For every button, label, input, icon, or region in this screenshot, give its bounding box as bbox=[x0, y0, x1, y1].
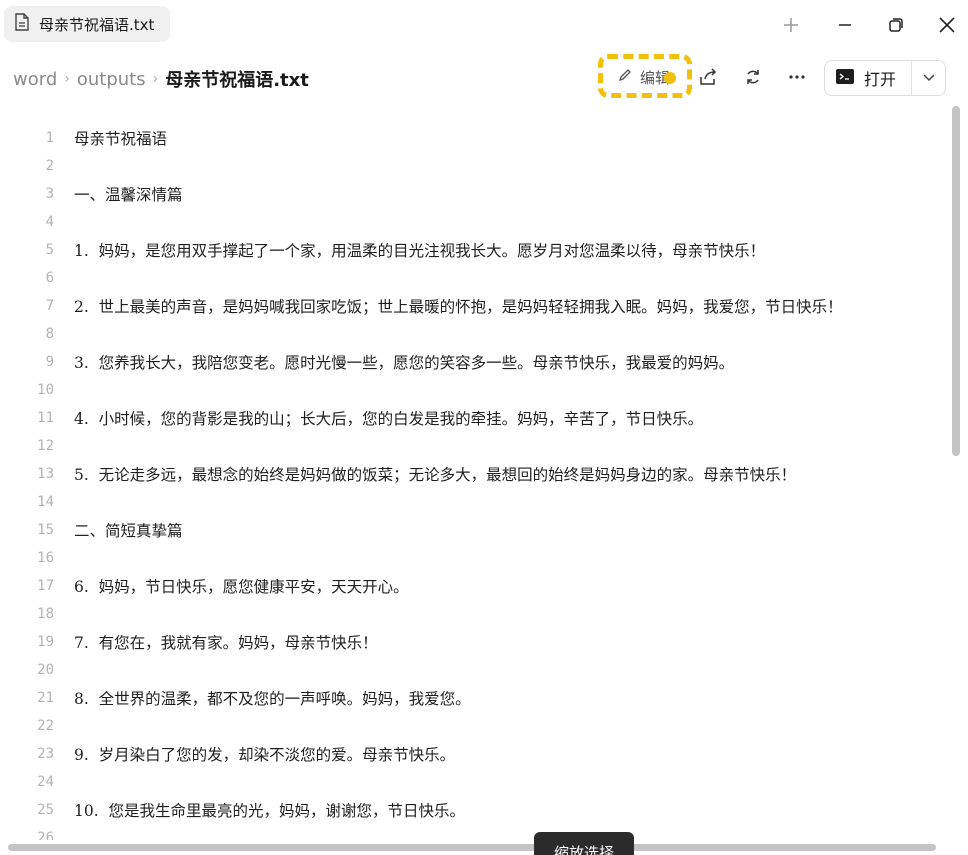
line-number: 20 bbox=[37, 662, 54, 678]
line-number: 19 bbox=[37, 634, 54, 650]
click-target-dot bbox=[664, 72, 676, 84]
editor-line[interactable]: 2 bbox=[0, 152, 74, 180]
plus-icon[interactable] bbox=[776, 10, 806, 40]
editor-line[interactable]: 24 bbox=[0, 768, 74, 796]
line-text: 一、温馨深情篇 bbox=[74, 186, 183, 204]
editor-line[interactable]: 20 bbox=[0, 656, 74, 684]
editor-line[interactable]: 9 3. 您养我长大，我陪您变老。愿时光慢一些，愿您的笑容多一些。母亲节快乐，我最… bbox=[0, 348, 735, 376]
editor-line[interactable]: 5 1. 妈妈，是您用双手撑起了一个家，用温柔的目光注视我长大。愿岁月对您温柔以待… bbox=[0, 236, 766, 264]
editor-line[interactable]: 17 6. 妈妈，节日快乐，愿您健康平安，天天开心。 bbox=[0, 572, 409, 600]
editor-line[interactable]: 26 bbox=[0, 824, 74, 840]
editor-line[interactable]: 10 bbox=[0, 376, 74, 404]
file-tab[interactable]: 母亲节祝福语.txt bbox=[4, 6, 170, 42]
line-number: 5 bbox=[45, 242, 54, 258]
editor-line[interactable]: 14 bbox=[0, 488, 74, 516]
more-icon[interactable] bbox=[782, 62, 812, 92]
line-number: 16 bbox=[37, 550, 54, 566]
line-number: 18 bbox=[37, 606, 54, 622]
horizontal-scrollbar[interactable] bbox=[8, 844, 936, 851]
line-text: 10. 您是我生命里最亮的光，妈妈，谢谢您，节日快乐。 bbox=[74, 802, 466, 820]
open-button[interactable]: 打开 bbox=[825, 61, 911, 95]
editor-line[interactable]: 23 9. 岁月染白了您的发，却染不淡您的爱。母亲节快乐。 bbox=[0, 740, 455, 768]
line-number: 23 bbox=[37, 746, 54, 762]
text-editor[interactable]: 1 母亲节祝福语 2 3 一、温馨深情篇 4 5 1. 妈妈，是您用双手撑起了一个家，用温柔的… bbox=[0, 110, 950, 840]
line-number: 21 bbox=[37, 690, 54, 706]
share-icon[interactable] bbox=[693, 62, 723, 92]
chevron-down-icon[interactable] bbox=[912, 61, 945, 95]
editor-line[interactable]: 11 4. 小时候，您的背影是我的山；长大后，您的白发是我的牵挂。妈妈，辛苦了，节… bbox=[0, 404, 703, 432]
editor-line[interactable]: 8 bbox=[0, 320, 74, 348]
line-number: 3 bbox=[45, 186, 54, 202]
line-number: 14 bbox=[37, 494, 54, 510]
editor-line[interactable]: 15 二、简短真挚篇 bbox=[0, 516, 183, 544]
editor-line[interactable]: 21 8. 全世界的温柔，都不及您的一声呼唤。妈妈，我爱您。 bbox=[0, 684, 471, 712]
open-button-group: 打开 bbox=[824, 60, 946, 96]
line-number: 12 bbox=[37, 438, 54, 454]
open-label: 打开 bbox=[864, 70, 897, 89]
line-number: 2 bbox=[45, 158, 54, 174]
line-text: 8. 全世界的温柔，都不及您的一声呼唤。妈妈，我爱您。 bbox=[74, 690, 471, 708]
line-text: 4. 小时候，您的背影是我的山；长大后，您的白发是我的牵挂。妈妈，辛苦了，节日快… bbox=[74, 410, 704, 428]
line-number: 7 bbox=[45, 298, 54, 314]
editor-line[interactable]: 13 5. 无论走多远，最想念的始终是妈妈做的饭菜；无论多大，最想回的始终是妈妈身… bbox=[0, 460, 796, 488]
chevron-right-icon: › bbox=[64, 71, 70, 87]
line-text: 二、简短真挚篇 bbox=[74, 522, 183, 540]
line-number: 1 bbox=[45, 130, 54, 146]
line-text: 母亲节祝福语 bbox=[74, 130, 168, 148]
line-text: 9. 岁月染白了您的发，却染不淡您的爱。母亲节快乐。 bbox=[74, 746, 456, 764]
editor-line[interactable]: 3 一、温馨深情篇 bbox=[0, 180, 183, 208]
vertical-scrollbar[interactable] bbox=[952, 106, 960, 456]
title-bar: 母亲节祝福语.txt bbox=[0, 0, 968, 50]
breadcrumb: word › outputs › 母亲节祝福语.txt bbox=[13, 66, 309, 92]
zoom-tooltip: 缩放选择 bbox=[534, 832, 634, 855]
line-number: 15 bbox=[37, 522, 54, 538]
breadcrumb-current-file: 母亲节祝福语.txt bbox=[165, 70, 309, 91]
toolbar: word › outputs › 母亲节祝福语.txt 编辑 打开 bbox=[0, 52, 968, 102]
line-number: 22 bbox=[37, 718, 54, 734]
restore-icon[interactable] bbox=[881, 10, 911, 40]
editor-line[interactable]: 18 bbox=[0, 600, 74, 628]
line-number: 10 bbox=[37, 382, 54, 398]
minimize-icon[interactable] bbox=[830, 10, 860, 40]
editor-line[interactable]: 19 7. 有您在，我就有家。妈妈，母亲节快乐！ bbox=[0, 628, 378, 656]
line-number: 11 bbox=[37, 410, 54, 426]
line-text: 2. 世上最美的声音，是妈妈喊我回家吃饭；世上最暖的怀抱，是妈妈轻轻拥我入眠。妈… bbox=[74, 298, 843, 316]
editor-line[interactable]: 4 bbox=[0, 208, 74, 236]
line-number: 24 bbox=[37, 774, 54, 790]
line-text: 6. 妈妈，节日快乐，愿您健康平安，天天开心。 bbox=[74, 578, 409, 596]
editor-line[interactable]: 12 bbox=[0, 432, 74, 460]
line-text: 1. 妈妈，是您用双手撑起了一个家，用温柔的目光注视我长大。愿岁月对您温柔以待，… bbox=[74, 242, 766, 260]
terminal-icon bbox=[836, 68, 854, 88]
line-number: 9 bbox=[45, 354, 54, 370]
line-text: 5. 无论走多远，最想念的始终是妈妈做的饭菜；无论多大，最想回的始终是妈妈身边的… bbox=[74, 466, 797, 484]
line-number: 6 bbox=[45, 270, 54, 286]
editor-line[interactable]: 16 bbox=[0, 544, 74, 572]
tab-title: 母亲节祝福语.txt bbox=[39, 15, 155, 34]
editor-line[interactable]: 25 10. 您是我生命里最亮的光，妈妈，谢谢您，节日快乐。 bbox=[0, 796, 465, 824]
close-icon[interactable] bbox=[932, 10, 962, 40]
line-number: 8 bbox=[45, 326, 54, 342]
refresh-icon[interactable] bbox=[738, 62, 768, 92]
line-text: 7. 有您在，我就有家。妈妈，母亲节快乐！ bbox=[74, 634, 378, 652]
line-number: 13 bbox=[37, 466, 54, 482]
line-number: 17 bbox=[37, 578, 54, 594]
breadcrumb-item-word[interactable]: word bbox=[13, 69, 57, 90]
editor-line[interactable]: 6 bbox=[0, 264, 74, 292]
editor-line[interactable]: 7 2. 世上最美的声音，是妈妈喊我回家吃饭；世上最暖的怀抱，是妈妈轻轻拥我入眠。… bbox=[0, 292, 843, 320]
document-icon bbox=[14, 13, 30, 35]
editor-line[interactable]: 22 bbox=[0, 712, 74, 740]
line-number: 25 bbox=[37, 802, 54, 818]
chevron-right-icon: › bbox=[152, 71, 159, 87]
editor-line[interactable]: 1 母亲节祝福语 bbox=[0, 124, 167, 152]
line-number: 4 bbox=[45, 214, 54, 230]
breadcrumb-item-outputs[interactable]: outputs bbox=[77, 69, 146, 90]
line-text: 3. 您养我长大，我陪您变老。愿时光慢一些，愿您的笑容多一些。母亲节快乐，我最爱… bbox=[74, 354, 735, 372]
line-number: 26 bbox=[37, 830, 54, 840]
click-target-highlight bbox=[598, 54, 692, 98]
